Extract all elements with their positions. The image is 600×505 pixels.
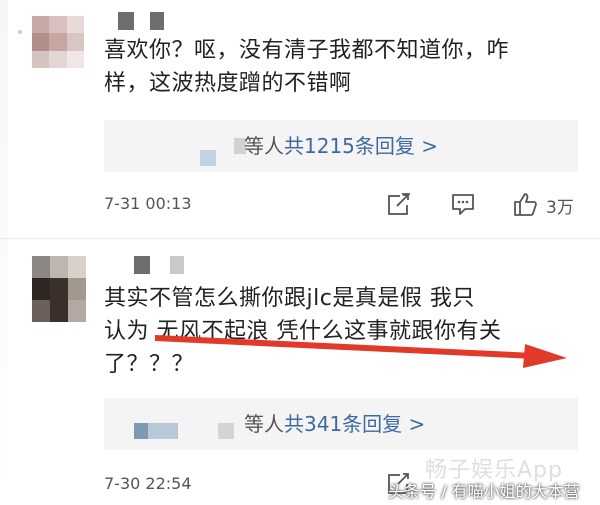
username-mosaic[interactable] [150, 12, 164, 30]
reply-preview[interactable]: 等人 共1215条回复 > [104, 120, 578, 172]
comment-time: 7-30 22:54 [104, 474, 192, 493]
username-mosaic[interactable] [170, 256, 184, 274]
username-mosaic[interactable] [118, 12, 134, 30]
share-icon[interactable] [386, 191, 412, 217]
avatar[interactable] [32, 16, 84, 68]
divider [0, 238, 600, 239]
reply-preview[interactable]: 等人 共341条回复 > [104, 398, 578, 450]
reply-user-mosaic [148, 423, 178, 439]
reply-user-mosaic [200, 150, 216, 166]
red-arrow-annotation [155, 335, 567, 368]
reply-count-link[interactable]: 共1215条回复 > [284, 132, 438, 160]
reply-people-label: 等人 [244, 134, 284, 158]
reply-user-mosaic [134, 423, 148, 439]
comment-icon[interactable] [450, 191, 476, 217]
left-edge [0, 0, 8, 505]
like-count: 3万 [546, 198, 574, 218]
username-mosaic[interactable] [134, 256, 150, 274]
avatar[interactable] [32, 256, 86, 322]
comment-text: 喜欢你？呕，没有清子我都不知道你，咋 样，这波热度蹭的不错啊 [104, 38, 510, 96]
watermark-source: 头条号 / 有喵小姐的大本营 [388, 482, 580, 501]
reply-count-link[interactable]: 共341条回复 > [284, 410, 425, 438]
comment-time: 7-31 00:13 [104, 194, 192, 213]
like-icon[interactable] [512, 191, 538, 217]
scroll-dot [18, 30, 22, 34]
reply-people-label: 等人 [244, 412, 284, 436]
reply-user-mosaic [218, 423, 234, 439]
